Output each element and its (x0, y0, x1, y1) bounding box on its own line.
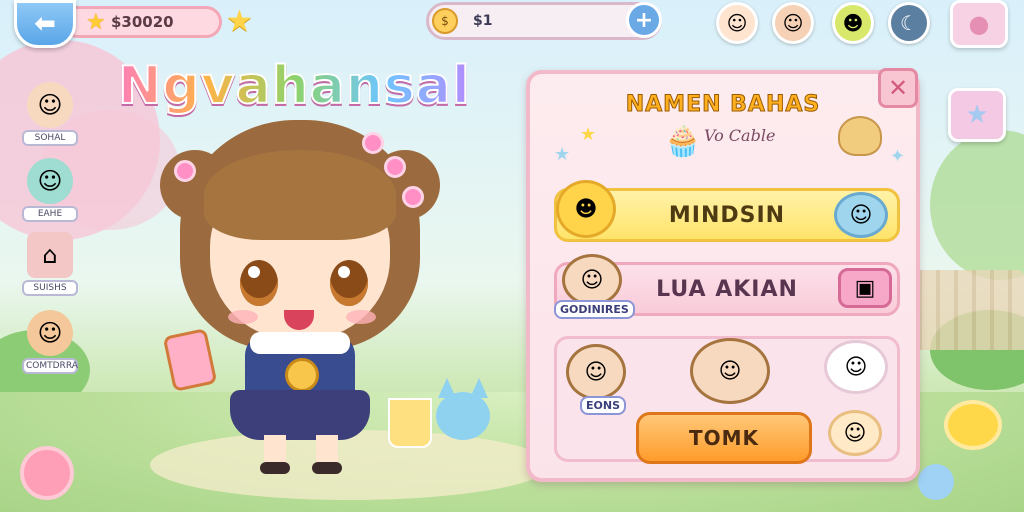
friend-avatar-1[interactable]: ☺ (716, 2, 758, 44)
yellow-bear-icon: ☻ (556, 180, 616, 238)
menu-button[interactable]: ● (950, 0, 1008, 48)
blue-cat-icon: ☺ (834, 192, 888, 238)
flower-yellow (944, 400, 1002, 450)
panel-subtitle: Vo Cable (704, 126, 776, 145)
bangs (204, 150, 396, 240)
option-label: LUA AKIAN (656, 276, 798, 302)
hair-flower-icon (362, 132, 384, 154)
girl-portrait-icon[interactable]: ☺ (566, 344, 626, 400)
teal-hair-face-icon: ☺ (27, 158, 73, 204)
panel-title: NAMEN BAHAS (625, 92, 821, 118)
shoe-right (312, 462, 342, 474)
drink-icon (388, 398, 432, 448)
cupcake-icon: 🧁 (664, 124, 702, 159)
skirt (230, 390, 370, 440)
hair-flower-icon (402, 186, 424, 208)
cream-cat-icon: ☺ (828, 410, 882, 456)
blob-icon: ● (968, 10, 990, 38)
hair-flower-icon (384, 156, 406, 178)
blush-left (228, 310, 258, 324)
flower-blue (918, 464, 954, 500)
close-button[interactable]: ✕ (878, 68, 918, 108)
shoe-left (260, 462, 290, 474)
side-character-4[interactable]: ☺ COMTDRRA (22, 310, 78, 374)
back-arrow-icon: ⬅ (34, 9, 56, 39)
friend-avatar-4[interactable]: ☾ (888, 2, 930, 44)
blush-right (346, 310, 376, 324)
favorite-star-button[interactable]: ★ (226, 4, 253, 39)
golden-cat-icon (838, 116, 882, 156)
girl-face-icon: ☺ (726, 11, 748, 35)
side-character-label: COMTDRRA (22, 358, 78, 374)
score-value: $30020 (111, 13, 174, 31)
tree-green-right (930, 130, 1024, 280)
side-character-label: SOHAL (22, 130, 78, 146)
gift-box-icon: ▣ (838, 268, 892, 308)
pet-body (436, 392, 490, 440)
side-character-3[interactable]: ⌂ SUISHS (22, 232, 78, 296)
girl-portrait-icon[interactable]: ☺ (690, 338, 770, 404)
blue-cat-pet[interactable] (430, 378, 494, 448)
frog-face-icon: ☻ (842, 11, 864, 35)
bookmark-star-icon: ★ (965, 100, 989, 130)
bookmark-button[interactable]: ★ (948, 88, 1006, 142)
coin-icon-glyph: $ (441, 14, 449, 28)
girl-face-icon: ☺ (27, 82, 73, 128)
back-button[interactable]: ⬅ (14, 0, 76, 48)
house-icon: ⌂ (27, 232, 73, 278)
plus-icon: + (634, 7, 654, 33)
start-button[interactable]: TOMK (636, 412, 812, 464)
badge-icon (285, 358, 319, 392)
moon-icon: ☾ (900, 11, 918, 35)
sparkle-icon: ★ (554, 144, 571, 165)
side-character-label: EAHE (22, 206, 78, 222)
boy-face-icon: ☺ (27, 310, 73, 356)
character-tag: EONS (580, 396, 626, 415)
eye-right (330, 260, 368, 306)
eye-left (240, 260, 278, 306)
girl-portrait-icon: ☺ (562, 254, 622, 306)
friend-avatar-2[interactable]: ☺ (772, 2, 814, 44)
coin-icon: $ (432, 8, 458, 34)
hair-flower-icon (174, 160, 196, 182)
collar (250, 332, 350, 354)
sparkle-icon: ★ (580, 124, 597, 145)
flower-pink (20, 446, 74, 500)
add-coins-button[interactable]: + (626, 2, 662, 38)
sparkle-icon: ✦ (890, 146, 906, 167)
close-icon: ✕ (887, 74, 909, 102)
start-button-label: TOMK (688, 426, 760, 450)
bow-girl-face-icon: ☺ (782, 11, 804, 35)
fence (904, 270, 1024, 350)
side-character-1[interactable]: ☺ SOHAL (22, 82, 78, 146)
coin-value: $1 (473, 13, 493, 29)
side-character-label: SUISHS (22, 280, 78, 296)
white-bear-icon: ☺ (824, 340, 888, 394)
side-character-2[interactable]: ☺ EAHE (22, 158, 78, 222)
friend-avatar-3[interactable]: ☻ (832, 2, 874, 44)
star-icon: ★ (86, 10, 106, 35)
character-tag: GODINIRES (554, 300, 635, 319)
option-label: MINDSIN (668, 202, 786, 228)
